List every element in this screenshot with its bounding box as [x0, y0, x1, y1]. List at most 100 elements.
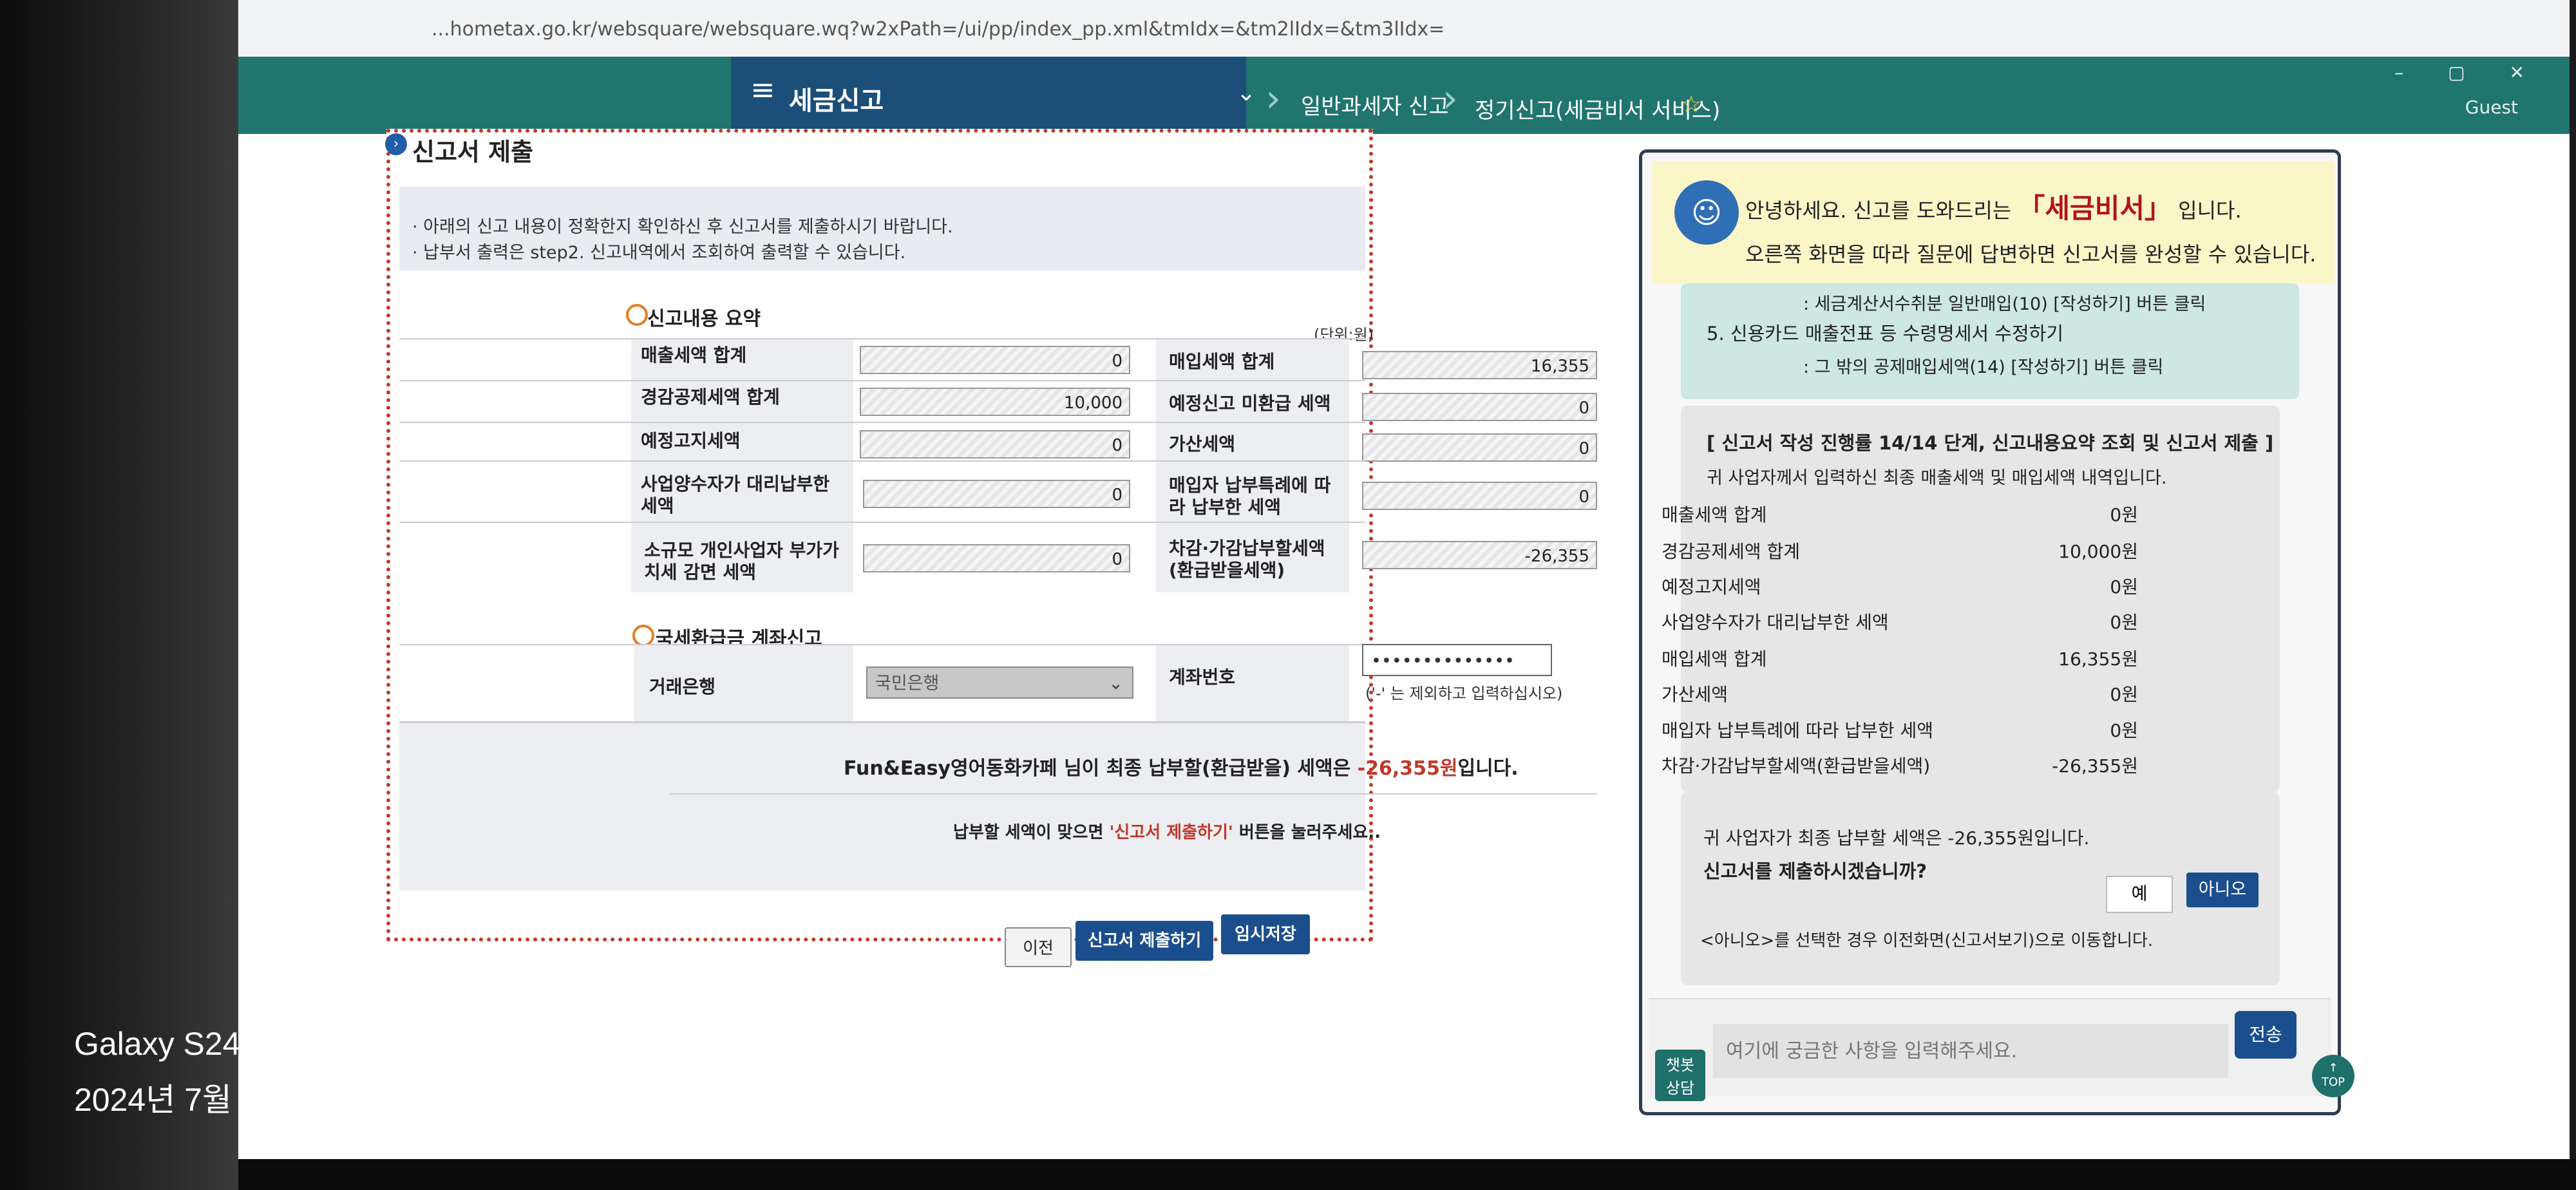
field-value: 0: [860, 346, 1130, 374]
summary-value: 10,000원: [2058, 541, 2138, 562]
notice-text: · 아래의 신고 내용이 정확한지 확인하신 후 신고서를 제출하시기 바랍니다…: [412, 217, 953, 237]
field-label: 예정고지세액: [641, 430, 741, 451]
guest-profile[interactable]: Guest: [2465, 97, 2518, 118]
field-value: 10,000: [860, 388, 1130, 416]
monitor-bezel-bottom: [238, 1159, 2576, 1190]
submit-hint-suffix: 버튼을 눌러주세요..: [1233, 823, 1381, 842]
bank-select[interactable]: 국민은행 ⌄: [866, 666, 1133, 699]
field-value: 0: [863, 544, 1130, 572]
field-label: 사업양수자가 대리납부한 세액: [641, 473, 830, 516]
summary-value: 0원: [2110, 504, 2138, 525]
url-text[interactable]: ...hometax.go.kr/websquare/websquare.wq?…: [431, 18, 1444, 41]
top-navigation-bar: ≡ 세금신고 ⌄ › 일반과세자 신고 › 정기신고(세금비서 서비스) ☆: [238, 57, 2570, 134]
field-value: 16,355: [1362, 351, 1597, 379]
summary-value: 0원: [2110, 576, 2138, 598]
bank-select-value: 국민은행: [875, 674, 940, 694]
camera-watermark-date: 2024년 7월 23일 오후 9:37: [74, 1082, 446, 1118]
summary-value: 16,355원: [2058, 648, 2138, 670]
greeting-subtext: 오른쪽 화면을 따라 질문에 답변하면 신고서를 완성할 수 있습니다.: [1745, 242, 2316, 267]
field-value: 0: [1362, 433, 1597, 462]
summary-key: 사업양수자가 대리납부한 세액: [1662, 612, 1889, 633]
field-label: 소규모 개인사업자 부가가치세 감면 세액: [644, 540, 839, 583]
final-tax-suffix: 입니다.: [1457, 757, 1519, 780]
field-value: 0: [1362, 393, 1597, 421]
summary-key: 경감공제세액 합계: [1662, 541, 1800, 562]
final-tax-message: Fun&Easy영어동화카페 님이 최종 납부할(환급받을) 세액은 -26,3…: [844, 752, 1519, 780]
field-value: 0: [860, 430, 1130, 458]
submit-hint: 납부할 세액이 맞으면 '신고서 제출하기' 버튼을 눌러주세요..: [953, 819, 1381, 843]
chat-summary-intro: 귀 사업자께서 입력하신 최종 매출세액 및 매입세액 내역입니다.: [1707, 468, 2167, 488]
field-label: 매출세액 합계: [641, 345, 747, 366]
summary-key: 가산세액: [1662, 684, 1728, 705]
no-button[interactable]: 아니오: [2186, 873, 2259, 907]
account-hint: ('-' 는 제외하고 입력하십시오): [1365, 685, 1563, 703]
send-button[interactable]: 전송: [2235, 1011, 2297, 1059]
submit-hint-prefix: 납부할 세액이 맞으면: [953, 823, 1110, 842]
breadcrumb-general-taxpayer[interactable]: 일반과세자 신고: [1301, 89, 1449, 120]
page-title: 신고서 제출: [412, 138, 534, 166]
field-value: 0: [863, 480, 1130, 508]
submit-hint-highlight: '신고서 제출하기': [1109, 823, 1233, 842]
section-bullet-icon: [632, 625, 654, 647]
account-label: 계좌번호: [1169, 666, 1236, 688]
breadcrumb-separator-icon: ›: [1265, 76, 1281, 121]
greeting-line: 안녕하세요. 신고를 도와드리는 「세금비서」 입니다.: [1745, 187, 2242, 226]
summary-key: 차감·가감납부할세액(환급받을세액): [1662, 755, 1931, 777]
summary-section-title: 신고내용 요약: [647, 308, 761, 330]
camera-watermark-device: Galaxy S24: [74, 1026, 241, 1062]
breadcrumb-separator-icon: ›: [1443, 76, 1458, 121]
field-value: -26,355: [1362, 541, 1597, 569]
guide-step: 5. 신용카드 매출전표 등 수령명세서 수정하기: [1707, 323, 2064, 345]
chatbot-avatar: ☺: [1674, 180, 1739, 245]
account-number-input[interactable]: ••••••••••••••: [1362, 644, 1552, 676]
section-bullet-icon: [626, 304, 648, 326]
summary-value: 0원: [2110, 684, 2138, 705]
previous-button[interactable]: 이전: [1005, 927, 1072, 967]
field-label: 가산세액: [1169, 433, 1236, 455]
field-label: 경감공제세액 합계: [641, 386, 780, 408]
chat-summary-title: [ 신고서 작성 진행률 14/14 단계, 신고내용요약 조회 및 신고서 제…: [1707, 432, 2274, 454]
submit-report-button[interactable]: 신고서 제출하기: [1075, 921, 1213, 961]
field-label: 차감·가감납부할세액 (환급받을세액): [1169, 538, 1325, 581]
field-label: 매입자 납부특례에 따라 납부한 세액: [1169, 475, 1331, 518]
brand-name: 「세금비서」: [2018, 193, 2172, 224]
greeting-prefix: 안녕하세요. 신고를 도와드리는: [1745, 198, 2018, 223]
result-box: [399, 721, 1365, 891]
scroll-top-label: TOP: [2321, 1075, 2345, 1089]
final-tax-prefix: Fun&Easy영어동화카페 님이 최종 납부할(환급받을) 세액은: [844, 757, 1358, 780]
address-bar[interactable]: ...hometax.go.kr/websquare/websquare.wq?…: [238, 0, 2570, 57]
hamburger-menu-icon[interactable]: ≡: [750, 72, 775, 107]
bank-label: 거래은행: [649, 676, 716, 697]
scroll-top-button[interactable]: ↑ TOP: [2312, 1055, 2354, 1097]
arrow-up-icon: ↑: [2328, 1061, 2338, 1075]
field-label: 매입세액 합계: [1169, 351, 1275, 372]
guide-line: : 그 밖의 공제매입세액(14) [작성하기] 버튼 클릭: [1803, 357, 2164, 377]
temp-save-button[interactable]: 임시저장: [1221, 914, 1310, 954]
confirm-note: <아니오>를 선택한 경우 이전화면(신고서보기)으로 이동합니다.: [1700, 931, 2154, 950]
summary-key: 매입세액 합계: [1662, 648, 1767, 670]
field-label: 예정신고 미환급 세액: [1169, 393, 1331, 414]
guide-line: : 세금계산서수취분 일반매입(10) [작성하기] 버튼 클릭: [1803, 294, 2206, 314]
favorite-star-icon[interactable]: ☆: [1681, 91, 1701, 118]
chevron-down-icon[interactable]: ⌄: [1236, 80, 1256, 106]
window-controls[interactable]: – ▢ ✕: [2394, 62, 2544, 83]
summary-key: 매입자 납부특례에 따라 납부한 세액: [1662, 720, 1934, 741]
yes-button[interactable]: 예: [2106, 876, 2173, 913]
chatbot-consult-icon[interactable]: 챗봇상담: [1655, 1050, 1705, 1101]
menu-title[interactable]: 세금신고: [789, 80, 884, 117]
greeting-suffix: 입니다.: [2171, 198, 2242, 223]
notice-text: · 납부서 출력은 step2. 신고내역에서 조회하여 출력할 수 있습니다.: [412, 243, 906, 263]
chatbot-consult-label-1: 챗봇: [1665, 1056, 1695, 1074]
summary-value: 0원: [2110, 720, 2138, 741]
confirm-amount-text: 귀 사업자가 최종 납부할 세액은 -26,355원입니다.: [1703, 827, 2090, 849]
chatbot-consult-label-2: 상담: [1665, 1079, 1695, 1097]
chevron-down-icon: ⌄: [1108, 674, 1123, 694]
summary-key: 매출세액 합계: [1662, 504, 1767, 525]
section-bullet-icon: ›: [385, 133, 407, 155]
divider: [670, 793, 1597, 795]
final-tax-amount: -26,355원: [1357, 757, 1458, 780]
monitor-bezel: [0, 0, 238, 1190]
chat-input[interactable]: [1713, 1024, 2228, 1078]
summary-value: -26,355원: [2052, 755, 2138, 777]
summary-key: 예정고지세액: [1662, 576, 1761, 598]
